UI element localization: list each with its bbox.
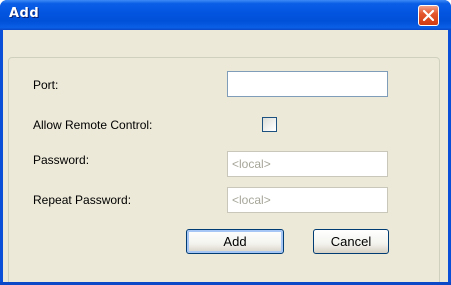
password-input[interactable] — [227, 151, 388, 177]
dialog-window: Add Port: Allow Remote Control: Password… — [0, 0, 451, 285]
repeat-password-input[interactable] — [227, 187, 388, 213]
title-bar[interactable]: Add — [0, 0, 451, 30]
add-button[interactable]: Add — [186, 229, 284, 254]
repeat-password-label: Repeat Password: — [33, 193, 132, 207]
dialog-body: Port: Allow Remote Control: Password: Re… — [3, 30, 448, 285]
port-label: Port: — [33, 78, 59, 92]
close-button[interactable] — [418, 5, 439, 26]
port-input[interactable] — [227, 71, 388, 97]
allow-remote-control-label: Allow Remote Control: — [33, 118, 153, 132]
cancel-button[interactable]: Cancel — [313, 229, 389, 254]
allow-remote-control-checkbox[interactable] — [262, 117, 277, 132]
close-icon — [422, 9, 435, 22]
password-label: Password: — [33, 153, 90, 167]
window-title: Add — [9, 6, 40, 21]
